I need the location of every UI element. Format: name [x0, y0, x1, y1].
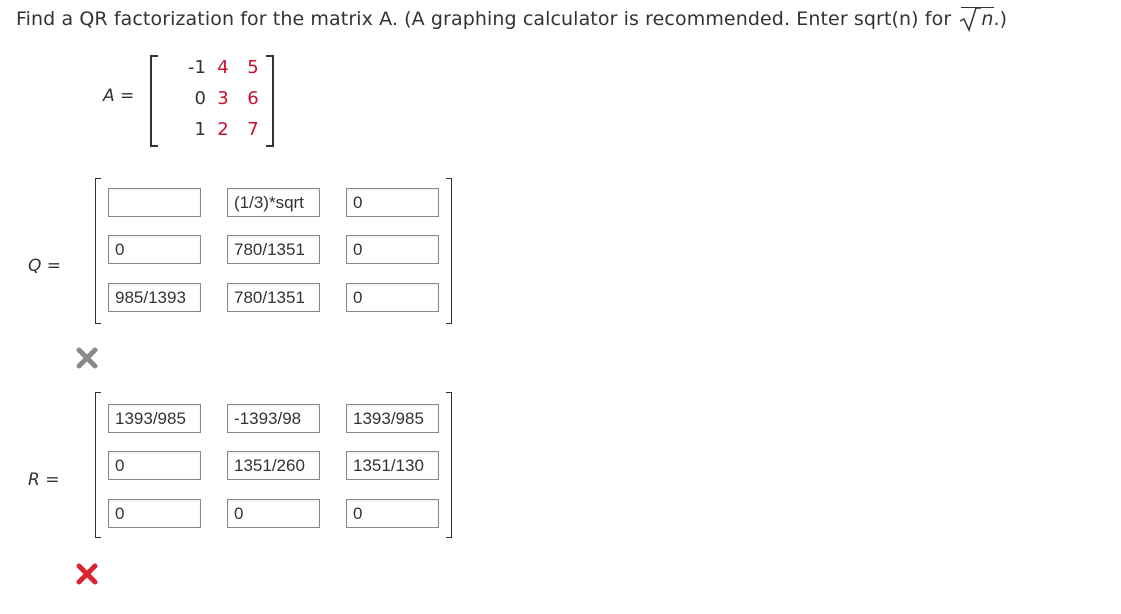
matrix-r-input[interactable]: 1351/260 [227, 451, 320, 480]
matrix-r-input[interactable]: 1351/130 [346, 451, 439, 480]
matrix-a-entry: 4 [217, 57, 229, 78]
matrix-q-input[interactable]: 0 [346, 188, 439, 217]
question-suffix: .) [993, 8, 1008, 30]
matrix-a-entry: 6 [247, 88, 259, 109]
incorrect-gray-x-icon [76, 347, 98, 369]
matrix-q-input[interactable]: (1/3)*sqrt [227, 188, 320, 217]
matrix-q-input[interactable]: 780/1351 [227, 235, 320, 264]
question-prompt: Find a QR factorization for the matrix A… [16, 8, 958, 30]
matrix-a-entry: 5 [247, 57, 259, 78]
matrix-q-input[interactable] [108, 188, 201, 217]
matrix-a-entry: 2 [217, 119, 229, 140]
matrix-r-input[interactable]: 0 [108, 451, 201, 480]
matrix-q-input[interactable]: 0 [108, 235, 201, 264]
matrix-a-right-bracket [266, 55, 274, 147]
sqrt-symbol: n [960, 7, 994, 32]
matrix-a-entry: 7 [247, 119, 259, 140]
matrix-r-input[interactable]: 1393/985 [108, 404, 201, 433]
matrix-a-entry: 3 [217, 88, 229, 109]
matrix-q-right-bracket [446, 178, 452, 324]
matrix-q-input[interactable]: 780/1351 [227, 283, 320, 312]
matrix-q-input[interactable]: 0 [346, 283, 439, 312]
matrix-r-left-bracket [95, 392, 101, 538]
matrix-q-left-bracket [95, 178, 101, 324]
matrix-q-label: Q = [28, 256, 62, 276]
matrix-r-input[interactable]: 0 [108, 499, 201, 528]
matrix-a: -1 4 5 0 3 6 1 2 7 [150, 55, 274, 147]
matrix-a-label: A = [103, 86, 135, 106]
matrix-r-input[interactable]: -1393/98 [227, 404, 320, 433]
matrix-r-right-bracket [446, 392, 452, 538]
matrix-r-input[interactable]: 0 [346, 499, 439, 528]
matrix-a-entry: 0 [194, 88, 206, 109]
question-text: Find a QR factorization for the matrix A… [16, 7, 1008, 32]
matrix-r-input[interactable]: 1393/985 [346, 404, 439, 433]
matrix-a-entry: -1 [188, 57, 206, 78]
matrix-a-left-bracket [150, 55, 158, 147]
matrix-a-entry: 1 [194, 119, 206, 140]
matrix-r-label: R = [28, 470, 60, 490]
matrix-q-input[interactable]: 0 [346, 235, 439, 264]
matrix-r-input[interactable]: 0 [227, 499, 320, 528]
matrix-q-input[interactable]: 985/1393 [108, 283, 201, 312]
incorrect-red-x-icon [76, 563, 98, 585]
